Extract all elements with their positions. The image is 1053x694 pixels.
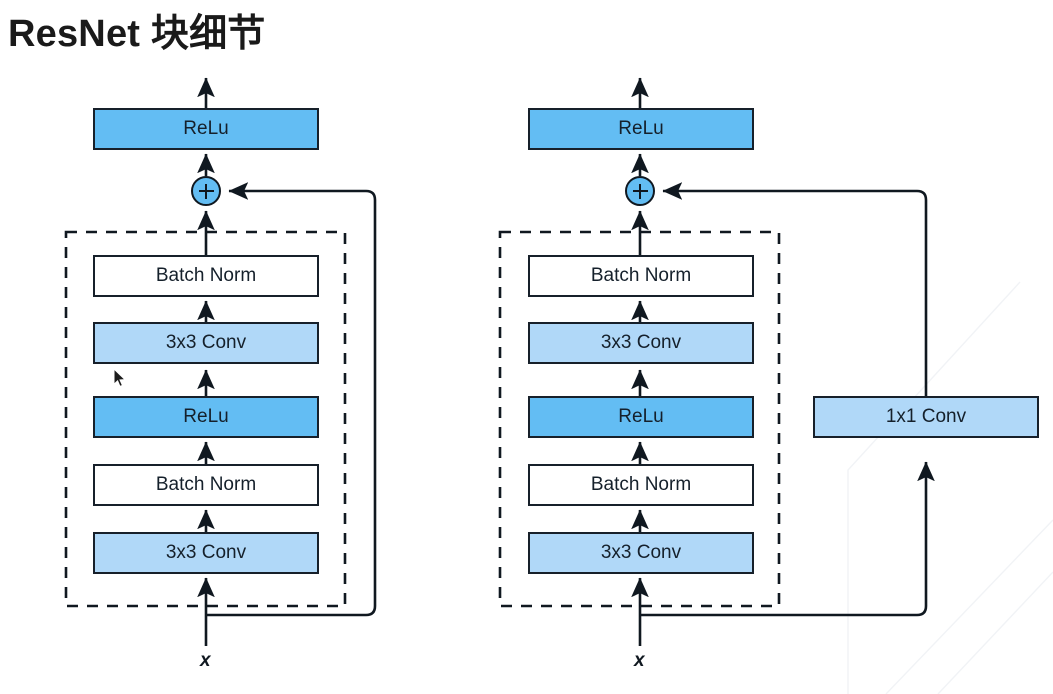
right-batch-norm-2-block[interactable]: Batch Norm (528, 255, 754, 297)
slide-canvas: ResNet 块细节 ReLu Batch Norm 3x3 Conv ReLu… (0, 0, 1053, 694)
left-batch-norm-1-block[interactable]: Batch Norm (93, 464, 319, 506)
left-conv-3x3-1-block[interactable]: 3x3 Conv (93, 532, 319, 574)
left-input-label: x (200, 650, 211, 671)
right-conv-3x3-1-block[interactable]: 3x3 Conv (528, 532, 754, 574)
right-inner-relu-block[interactable]: ReLu (528, 396, 754, 438)
plus-icon-vertical (204, 183, 208, 199)
left-addition-node[interactable] (191, 176, 221, 206)
right-output-relu-block[interactable]: ReLu (528, 108, 754, 150)
left-conv-3x3-2-block[interactable]: 3x3 Conv (93, 322, 319, 364)
plus-icon-vertical (638, 183, 642, 199)
right-conv-1x1-block[interactable]: 1x1 Conv (813, 396, 1039, 438)
right-addition-node[interactable] (625, 176, 655, 206)
left-output-relu-block[interactable]: ReLu (93, 108, 319, 150)
right-batch-norm-1-block[interactable]: Batch Norm (528, 464, 754, 506)
left-inner-relu-block[interactable]: ReLu (93, 396, 319, 438)
right-conv-3x3-2-block[interactable]: 3x3 Conv (528, 322, 754, 364)
left-batch-norm-2-block[interactable]: Batch Norm (93, 255, 319, 297)
right-input-label: x (634, 650, 645, 671)
background-watermark (847, 281, 1053, 694)
